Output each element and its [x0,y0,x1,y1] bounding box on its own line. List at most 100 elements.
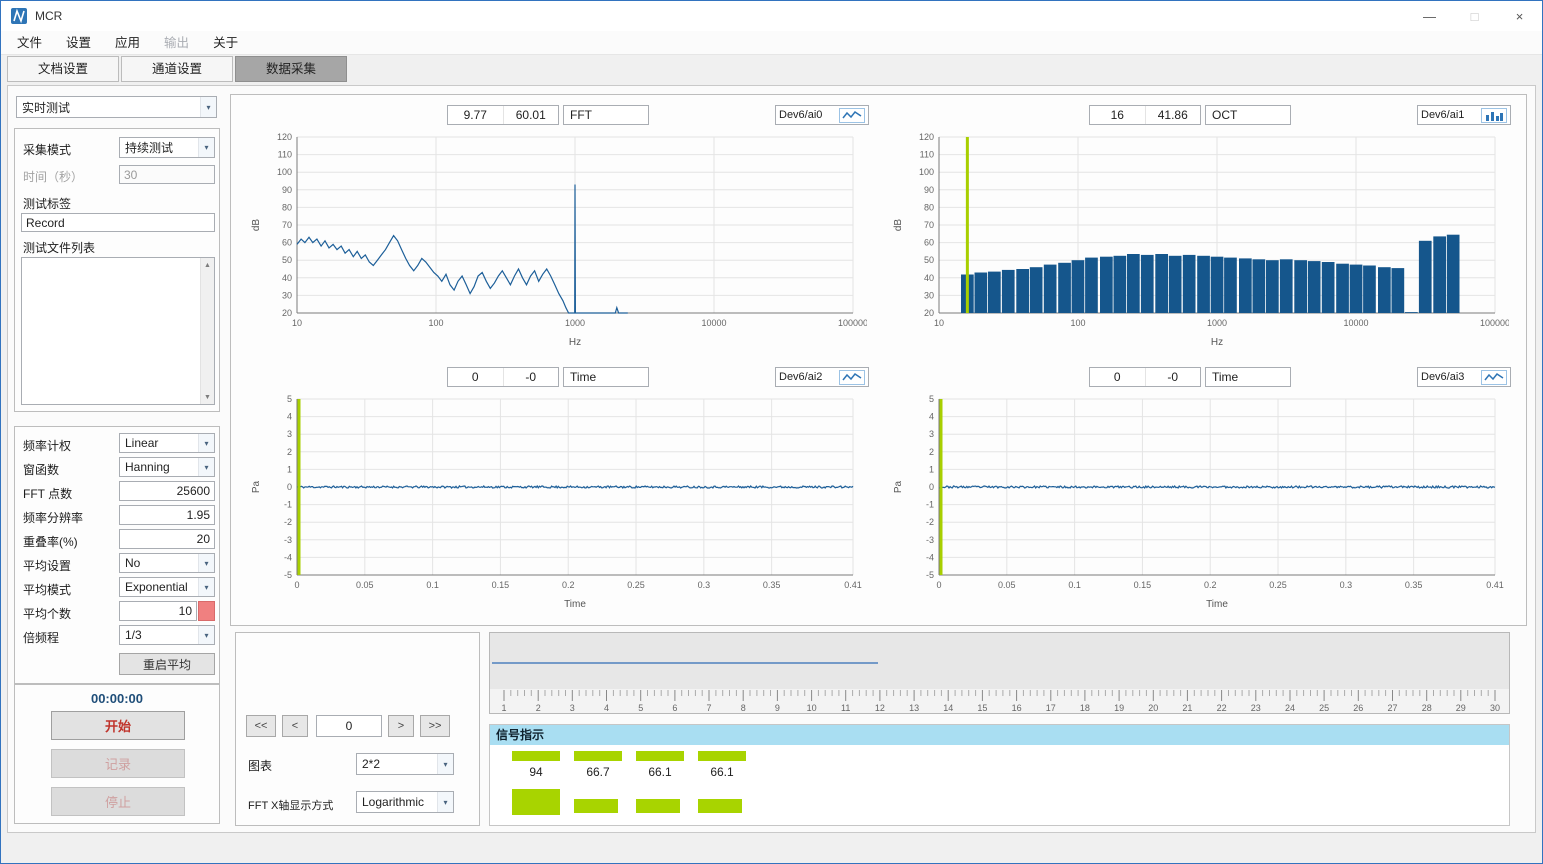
chart-mode-box[interactable]: OCT [1205,105,1291,125]
svg-text:0.05: 0.05 [998,580,1016,590]
test-type-select[interactable]: 实时测试 ▾ [16,96,217,118]
svg-text:-4: -4 [926,552,934,562]
device-selector[interactable]: Dev6/ai2 [775,367,869,387]
record-button: 记录 [51,749,185,778]
start-button[interactable]: 开始 [51,711,185,740]
alert-indicator [198,601,215,621]
svg-text:5: 5 [638,703,643,713]
svg-text:29: 29 [1456,703,1466,713]
scroll-up-icon[interactable]: ▲ [201,258,214,272]
line-chart-icon[interactable] [839,108,865,123]
cursor-readout: 1641.86 [1089,105,1201,125]
svg-text:0.1: 0.1 [1068,580,1081,590]
menu-about[interactable]: 关于 [201,31,250,55]
param-label: 窗函数 [23,461,59,478]
tab-document-settings[interactable]: 文档设置 [7,56,119,82]
tab-data-acquisition[interactable]: 数据采集 [235,56,347,82]
svg-text:110: 110 [920,150,934,160]
param-label: 倍频程 [23,629,59,646]
bar-chart-icon[interactable] [1481,108,1507,123]
svg-text:30: 30 [1490,703,1500,713]
chart-layout-select[interactable]: 2*2▾ [356,753,454,775]
prev-page-button[interactable]: < [282,715,308,737]
acq-mode-label: 采集模式 [23,141,71,158]
signal-indicator-panel: 信号指示 94 66.7 66.1 66.1 [489,724,1510,826]
svg-text:70: 70 [924,220,934,230]
window-function-select[interactable]: Hanning▾ [119,457,215,477]
next-page-button[interactable]: > [388,715,414,737]
display-options-panel: << < > >> 图表 2*2▾ FFT X轴显示方式 Logarithmic… [235,632,480,826]
restart-average-button[interactable]: 重启平均 [119,653,215,675]
stop-button: 停止 [51,787,185,816]
svg-text:11: 11 [841,703,850,713]
device-selector[interactable]: Dev6/ai1 [1417,105,1511,125]
window-title: MCR [35,9,62,23]
freq-weighting-select[interactable]: Linear▾ [119,433,215,453]
chart-mode-box[interactable]: Time [563,367,649,387]
first-page-button[interactable]: << [246,715,276,737]
freq-resolution-input[interactable] [119,505,215,525]
menu-settings[interactable]: 设置 [54,31,103,55]
test-label-input[interactable] [21,213,215,232]
time-chart[interactable]: -5-4-3-2-101234500.050.10.150.20.250.30.… [889,393,1509,611]
svg-text:1: 1 [501,703,506,713]
chevron-down-icon: ▾ [198,138,214,157]
svg-text:20: 20 [1148,703,1158,713]
svg-text:dB: dB [893,219,904,232]
svg-text:Time: Time [564,599,586,610]
param-label: 平均个数 [23,605,71,622]
svg-text:21: 21 [1182,703,1192,713]
page-index-input[interactable] [316,715,382,737]
last-page-button[interactable]: >> [420,715,450,737]
line-chart-icon[interactable] [1481,370,1507,385]
svg-text:0.15: 0.15 [1134,580,1152,590]
chart-mode-box[interactable]: FFT [563,105,649,125]
octave-fraction-select[interactable]: 1/3▾ [119,625,215,645]
line-chart-icon[interactable] [839,370,865,385]
cursor-readout: 0-0 [1089,367,1201,387]
duration-input[interactable] [119,165,215,184]
scrollbar[interactable]: ▲ ▼ [200,258,214,404]
menu-apply[interactable]: 应用 [103,31,152,55]
channel-indicator: 66.7 [574,745,622,779]
scroll-down-icon[interactable]: ▼ [201,390,214,404]
svg-text:80: 80 [924,202,934,212]
svg-text:10000: 10000 [1343,318,1368,328]
averaging-setting-select[interactable]: No▾ [119,553,215,573]
acq-mode-select[interactable]: 持续测试 ▾ [119,137,215,158]
menu-bar: 文件 设置 应用 输出 关于 [1,31,1542,55]
octave-chart[interactable]: 2030405060708090100110120101001000100001… [889,131,1509,349]
record-timeline[interactable]: 1234567891011121314151617181920212223242… [489,632,1510,714]
svg-text:70: 70 [282,220,292,230]
signal-level-value: 66.1 [698,765,746,779]
close-button[interactable]: × [1497,1,1542,31]
svg-text:100000: 100000 [1480,318,1509,328]
maximize-button[interactable]: □ [1452,1,1497,31]
svg-text:120: 120 [277,132,292,142]
svg-text:3: 3 [287,429,292,439]
averaging-count-input[interactable] [119,601,197,621]
averaging-mode-select[interactable]: Exponential▾ [119,577,215,597]
svg-text:50: 50 [282,255,292,265]
svg-text:100: 100 [428,318,443,328]
device-selector[interactable]: Dev6/ai3 [1417,367,1511,387]
fft-points-input[interactable] [119,481,215,501]
param-label: 平均设置 [23,557,71,574]
minimize-button[interactable]: — [1407,1,1452,31]
test-file-list[interactable]: ▲ ▼ [21,257,215,405]
svg-text:0.2: 0.2 [562,580,575,590]
svg-text:-5: -5 [926,570,934,580]
chart-mode-box[interactable]: Time [1205,367,1291,387]
duration-label: 时间（秒） [23,168,83,185]
tab-channel-settings[interactable]: 通道设置 [121,56,233,82]
fft-chart[interactable]: 2030405060708090100110120101001000100001… [247,131,867,349]
svg-text:0.15: 0.15 [492,580,510,590]
menu-file[interactable]: 文件 [5,31,54,55]
signal-level-bar [512,751,560,761]
overlap-rate-input[interactable] [119,529,215,549]
time-chart[interactable]: -5-4-3-2-101234500.050.10.150.20.250.30.… [247,393,867,611]
fft-x-axis-select[interactable]: Logarithmic▾ [356,791,454,813]
device-selector[interactable]: Dev6/ai0 [775,105,869,125]
svg-text:10: 10 [292,318,302,328]
svg-text:5: 5 [929,394,934,404]
